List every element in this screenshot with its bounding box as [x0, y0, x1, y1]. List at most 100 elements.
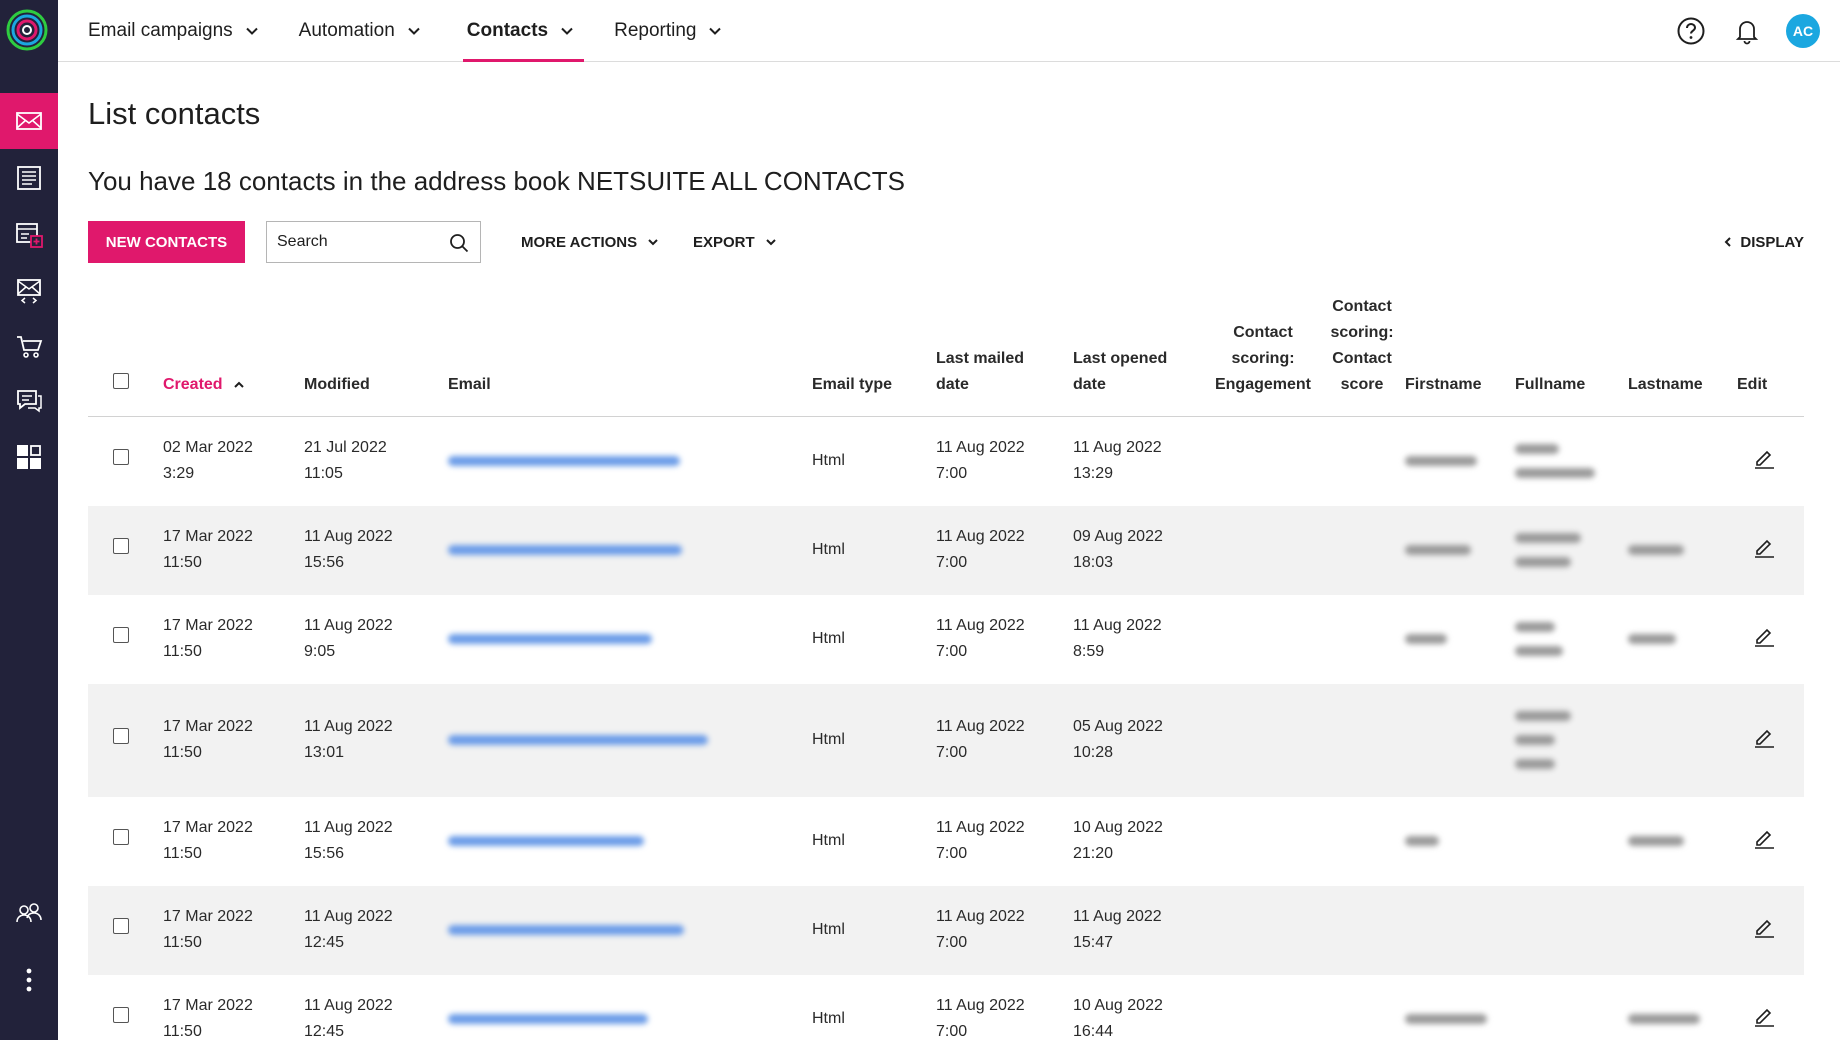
- edit-icon[interactable]: [1752, 825, 1776, 849]
- mailed-date: 11 Aug 2022: [936, 439, 1025, 457]
- nav-email-campaigns[interactable]: Email campaigns: [58, 0, 269, 62]
- row-checkbox[interactable]: [113, 627, 129, 643]
- email-redacted[interactable]: [448, 734, 708, 745]
- edit-icon[interactable]: [1752, 724, 1776, 748]
- edit-icon[interactable]: [1752, 914, 1776, 938]
- modified-cell: 21 Jul 2022 11:05: [304, 417, 448, 506]
- created-date: 17 Mar 2022: [163, 908, 253, 925]
- contact-score-cell: [1319, 683, 1405, 797]
- firstname-redacted: [1405, 633, 1447, 644]
- forms-add-icon: [16, 223, 43, 248]
- row-checkbox[interactable]: [113, 1007, 129, 1023]
- search-input[interactable]: [277, 233, 437, 251]
- avatar[interactable]: AC: [1786, 14, 1820, 48]
- last-opened-cell: 05 Aug 2022 10:28: [1073, 683, 1207, 797]
- row-checkbox[interactable]: [113, 918, 129, 934]
- email-cell[interactable]: [448, 595, 812, 684]
- last-mailed-cell: 11 Aug 2022 7:00: [936, 505, 1073, 595]
- fullname-redacted: [1515, 735, 1555, 745]
- email-redacted[interactable]: [448, 633, 652, 644]
- email-cell[interactable]: [448, 683, 812, 797]
- email-redacted[interactable]: [448, 924, 684, 935]
- rail-apps[interactable]: [0, 430, 58, 486]
- engagement-cell: [1207, 885, 1319, 975]
- email-cell[interactable]: [448, 975, 812, 1064]
- email-redacted[interactable]: [448, 835, 644, 846]
- row-checkbox[interactable]: [113, 829, 129, 845]
- help-icon: [1677, 17, 1705, 45]
- email-code-icon: [17, 279, 41, 304]
- last-mailed-cell: 11 Aug 2022 7:00: [936, 975, 1073, 1064]
- row-select-cell: [88, 885, 163, 975]
- rail-email-campaigns[interactable]: [0, 93, 58, 149]
- nav-reporting[interactable]: Reporting: [596, 0, 732, 62]
- chevron-left-icon: [1724, 237, 1732, 247]
- rail-team[interactable]: [0, 885, 58, 941]
- new-contacts-button[interactable]: NEW CONTACTS: [88, 221, 245, 263]
- rail-messaging[interactable]: [0, 373, 58, 429]
- chevron-down-icon: [408, 27, 420, 35]
- rail-more[interactable]: [0, 952, 58, 1008]
- row-checkbox[interactable]: [113, 449, 129, 466]
- fullname-cell: [1515, 505, 1628, 595]
- top-actions: AC: [1674, 0, 1820, 62]
- app-logo[interactable]: [5, 6, 49, 54]
- col-engagement[interactable]: Contact scoring: Engagement: [1207, 294, 1319, 417]
- col-modified[interactable]: Modified: [304, 294, 448, 417]
- email-redacted[interactable]: [448, 544, 682, 555]
- email-type-cell: Html: [812, 452, 845, 470]
- rail-forms[interactable]: [0, 207, 58, 263]
- modified-cell: 11 Aug 2022 12:45: [304, 975, 448, 1064]
- contact-score-cell: [1319, 975, 1405, 1064]
- help-button[interactable]: [1674, 14, 1708, 48]
- email-cell[interactable]: [448, 885, 812, 975]
- edit-icon[interactable]: [1752, 534, 1776, 558]
- rail-templates[interactable]: [0, 262, 58, 318]
- email-cell[interactable]: [448, 797, 812, 886]
- opened-time: 10:28: [1073, 744, 1114, 761]
- created-time: 11:50: [163, 744, 202, 761]
- col-contact-score[interactable]: Contact scoring: Contact score: [1319, 294, 1405, 417]
- opened-time: 16:44: [1073, 1023, 1114, 1040]
- edit-icon[interactable]: [1752, 623, 1776, 647]
- email-redacted[interactable]: [448, 456, 680, 467]
- edit-icon[interactable]: [1752, 1003, 1776, 1027]
- row-checkbox[interactable]: [113, 538, 129, 554]
- engagement-cell: [1207, 797, 1319, 886]
- display-toggle[interactable]: DISPLAY: [1722, 221, 1804, 263]
- nav-automation[interactable]: Automation: [281, 0, 431, 62]
- rail-newsletters[interactable]: [0, 150, 58, 206]
- col-created[interactable]: Created: [163, 294, 304, 417]
- search-icon[interactable]: [448, 232, 470, 254]
- col-lastname[interactable]: Lastname: [1628, 294, 1737, 417]
- col-engagement-line3: Engagement: [1214, 376, 1311, 393]
- export-dropdown[interactable]: EXPORT: [693, 221, 777, 263]
- engagement-cell: [1207, 975, 1319, 1064]
- col-email[interactable]: Email: [448, 294, 812, 417]
- created-cell: 17 Mar 2022 11:50: [163, 975, 304, 1064]
- col-last-mailed[interactable]: Last mailed date: [936, 294, 1073, 417]
- last-mailed-cell: 11 Aug 2022 7:00: [936, 885, 1073, 975]
- modified-cell: 11 Aug 2022 15:56: [304, 505, 448, 595]
- email-cell[interactable]: [448, 505, 812, 595]
- col-email-type[interactable]: Email type: [812, 294, 936, 417]
- email-redacted[interactable]: [448, 1013, 648, 1024]
- col-fullname[interactable]: Fullname: [1515, 294, 1628, 417]
- select-all-checkbox[interactable]: [113, 373, 129, 389]
- mailed-date: 11 Aug 2022: [936, 908, 1025, 925]
- row-checkbox[interactable]: [113, 728, 129, 744]
- nav-contacts[interactable]: Contacts: [443, 0, 585, 62]
- notifications-button[interactable]: [1730, 14, 1764, 48]
- firstname-cell: [1405, 683, 1515, 797]
- created-time: 11:50: [163, 934, 202, 951]
- edit-icon[interactable]: [1752, 445, 1776, 469]
- col-firstname[interactable]: Firstname: [1405, 294, 1515, 417]
- more-actions-dropdown[interactable]: MORE ACTIONS: [521, 221, 659, 263]
- rail-ecommerce[interactable]: [0, 318, 58, 374]
- col-created-label: Created: [163, 376, 223, 393]
- email-cell[interactable]: [448, 417, 812, 506]
- modified-cell: 11 Aug 2022 15:56: [304, 797, 448, 886]
- fullname-cell: [1515, 417, 1628, 506]
- last-mailed-cell: 11 Aug 2022 7:00: [936, 417, 1073, 506]
- col-last-opened[interactable]: Last opened date: [1073, 294, 1207, 417]
